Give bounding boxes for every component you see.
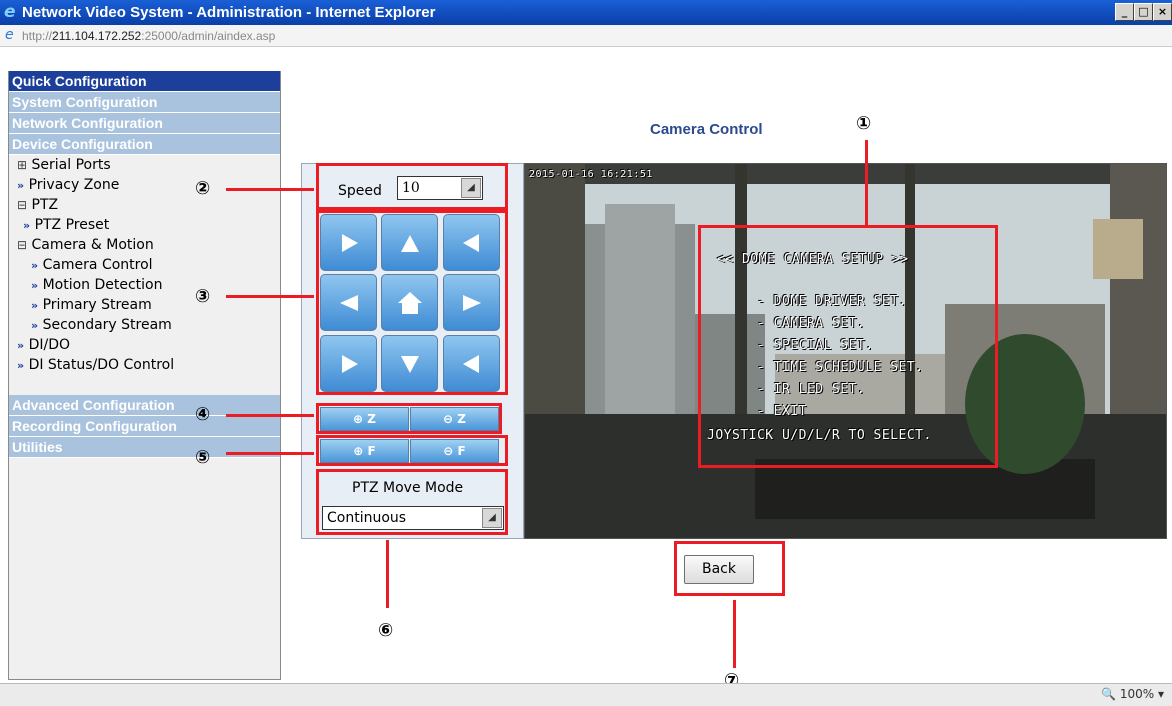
annotation-number-1: ① — [856, 113, 872, 134]
arrow-4 — [226, 414, 314, 417]
nav-advanced-configuration[interactable]: Advanced Configuration — [9, 395, 280, 416]
ie-logo-icon: e — [4, 2, 16, 22]
minimize-button[interactable]: _ — [1115, 3, 1134, 21]
status-bar: 🔍 100% ▾ — [0, 683, 1172, 706]
nav-network-configuration[interactable]: Network Configuration — [9, 113, 280, 134]
arrow-5 — [226, 452, 314, 455]
sidebar-item-di-do[interactable]: » DI/DO — [9, 335, 280, 355]
sidebar-item-serial-ports[interactable]: ⊞ Serial Ports — [9, 155, 280, 175]
sidebar-item-camera-motion[interactable]: ⊟ Camera & Motion — [9, 235, 280, 255]
annotation-number-6: ⑥ — [378, 620, 394, 641]
sidebar-item-camera-control[interactable]: » Camera Control — [9, 255, 280, 275]
annotation-box-1 — [698, 225, 998, 468]
maximize-button[interactable]: □ — [1134, 3, 1153, 21]
window-title: Network Video System - Administration - … — [22, 4, 436, 21]
annotation-number-3: ③ — [195, 286, 211, 307]
arrow-1 — [865, 140, 868, 225]
nav-system-configuration[interactable]: System Configuration — [9, 92, 280, 113]
arrow-3 — [226, 295, 314, 298]
sidebar-item-ptz-preset[interactable]: » PTZ Preset — [9, 215, 280, 235]
annotation-number-4: ④ — [195, 404, 211, 425]
video-timestamp: 2015-01-16 16:21:51 — [529, 169, 653, 180]
title-bar: e Network Video System - Administration … — [0, 0, 1172, 25]
sidebar-item-primary-stream[interactable]: » Primary Stream — [9, 295, 280, 315]
sidebar-item-privacy-zone[interactable]: » Privacy Zone — [9, 175, 280, 195]
arrow-6 — [386, 540, 389, 608]
sidebar-item-ptz[interactable]: ⊟ PTZ — [9, 195, 280, 215]
page-title: Camera Control — [650, 121, 763, 138]
annotation-box-5 — [316, 435, 508, 466]
annotation-box-6 — [316, 469, 508, 535]
nav-quick-configuration[interactable]: Quick Configuration — [9, 71, 280, 92]
arrow-7 — [733, 600, 736, 668]
page-icon: e — [5, 27, 14, 43]
close-button[interactable]: × — [1153, 3, 1172, 21]
browser-window: e Network Video System - Administration … — [0, 0, 1172, 706]
nav-recording-configuration[interactable]: Recording Configuration — [9, 416, 280, 437]
url-text[interactable]: http://211.104.172.252:25000/admin/ainde… — [22, 29, 275, 43]
zoom-control[interactable]: 🔍 100% ▾ — [1101, 687, 1164, 701]
address-bar[interactable]: e http://211.104.172.252:25000/admin/ain… — [0, 25, 1172, 47]
annotation-number-5: ⑤ — [195, 447, 211, 468]
sidebar-item-secondary-stream[interactable]: » Secondary Stream — [9, 315, 280, 335]
arrow-2 — [226, 188, 314, 191]
annotation-box-4 — [316, 403, 502, 434]
annotation-box-7 — [674, 541, 785, 596]
annotation-box-3 — [316, 210, 508, 395]
sidebar-item-motion-detection[interactable]: » Motion Detection — [9, 275, 280, 295]
zoom-icon: 🔍 — [1101, 687, 1117, 701]
sidebar-item-di-status-do-control[interactable]: » DI Status/DO Control — [9, 355, 280, 375]
sidebar: Quick Configuration System Configuration… — [8, 71, 281, 680]
nav-device-configuration[interactable]: Device Configuration — [9, 134, 280, 155]
annotation-number-2: ② — [195, 178, 211, 199]
annotation-box-2 — [316, 163, 508, 210]
